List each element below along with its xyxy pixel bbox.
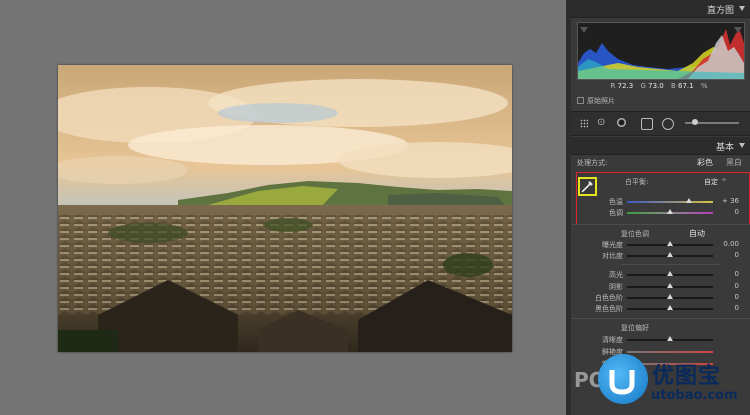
original-photo-label: 原始照片 — [587, 97, 615, 105]
photo-image — [58, 65, 512, 352]
shadows-value[interactable]: 0 — [711, 282, 739, 290]
eyedropper-icon — [581, 181, 593, 193]
g-label: G — [640, 82, 646, 90]
basic-title: 基本 — [715, 143, 734, 153]
original-photo-checkbox[interactable] — [577, 97, 584, 104]
original-photo-toggle[interactable]: 原始照片 — [577, 96, 615, 106]
temp-label: 色温 — [609, 198, 623, 206]
photo-preview-area — [0, 0, 566, 415]
brush-size-knob[interactable] — [692, 119, 698, 125]
blacks-value[interactable]: 0 — [711, 304, 739, 312]
develop-panel: 直方图 R 72.3 G 73.0 B 67.1 % 原始照片 ⊙ 基本 处理方… — [571, 0, 750, 415]
utobao-logo-icon — [598, 354, 648, 404]
temp-slider-track[interactable] — [627, 201, 713, 203]
clarity-label: 清晰度 — [602, 336, 623, 344]
r-label: R — [610, 82, 616, 90]
treatment-color-button[interactable]: 彩色 — [697, 157, 713, 168]
site-name-watermark: 优图宝 — [652, 364, 722, 389]
white-balance-label: 白平衡: — [625, 178, 649, 186]
white-balance-dropper[interactable] — [578, 177, 597, 196]
whites-value[interactable]: 0 — [711, 293, 739, 301]
exposure-value[interactable]: 0.00 — [711, 240, 739, 248]
site-url-watermark: utobao.com — [651, 388, 738, 403]
percent-sign: % — [700, 82, 708, 90]
histogram-image — [578, 27, 744, 79]
exposure-slider-knob[interactable] — [667, 241, 673, 246]
tool-strip: ⊙ — [571, 111, 750, 136]
b-value: 67.1 — [678, 82, 694, 90]
divider — [571, 318, 750, 319]
red-eye-icon[interactable] — [641, 118, 653, 130]
blacks-label: 黑色色阶 — [595, 305, 623, 313]
divider — [621, 264, 721, 265]
histogram-graph — [577, 22, 745, 80]
highlights-label: 高光 — [609, 271, 623, 279]
graduated-filter-icon[interactable] — [662, 118, 674, 130]
spot-removal-icon[interactable] — [616, 117, 627, 128]
temp-slider-knob[interactable] — [685, 198, 692, 203]
shadows-slider-knob[interactable] — [667, 283, 673, 288]
histogram-title: 直方图 — [706, 6, 734, 16]
logo-mark — [609, 370, 635, 395]
basic-header[interactable]: 基本 — [571, 137, 750, 155]
white-balance-dropdown[interactable]: 自定 — [704, 177, 718, 187]
blacks-slider-knob[interactable] — [667, 305, 673, 310]
tone-reset-label[interactable]: 复位色调 — [621, 229, 649, 239]
temp-value[interactable]: + 36 — [711, 197, 739, 205]
shadows-label: 阴影 — [609, 283, 623, 291]
treatment-label: 处理方式: — [577, 159, 608, 167]
treatment-bw-button[interactable]: 黑白 — [726, 157, 742, 168]
r-value: 72.3 — [617, 82, 634, 90]
dropdown-arrows-icon[interactable]: ÷ — [721, 176, 727, 184]
rgb-readout: R 72.3 G 73.0 B 67.1 % — [579, 82, 739, 90]
contrast-value[interactable]: 0 — [711, 251, 739, 259]
exposure-label: 曝光度 — [602, 241, 623, 249]
auto-tone-button[interactable]: 自动 — [689, 228, 705, 239]
b-label: B — [670, 82, 676, 90]
contrast-label: 对比度 — [602, 252, 623, 260]
presence-reset-label[interactable]: 复位偏好 — [621, 323, 649, 333]
collapse-triangle-icon[interactable] — [739, 143, 745, 148]
crop-tool-icon[interactable]: ⊙ — [597, 117, 605, 129]
crop-overlay-icon[interactable] — [580, 119, 588, 128]
histogram-header[interactable]: 直方图 — [571, 0, 750, 18]
highlights-value[interactable]: 0 — [711, 270, 739, 278]
collapse-triangle-icon[interactable] — [739, 6, 745, 11]
landscape-photo[interactable] — [58, 65, 512, 352]
tint-value[interactable]: 0 — [711, 208, 739, 216]
contrast-slider-knob[interactable] — [667, 252, 673, 257]
divider — [571, 224, 750, 225]
clarity-slider-knob[interactable] — [667, 336, 673, 341]
tint-slider-knob[interactable] — [667, 209, 673, 214]
highlights-slider-knob[interactable] — [667, 271, 673, 276]
whites-label: 白色色阶 — [595, 294, 623, 302]
whites-slider-knob[interactable] — [667, 294, 673, 299]
tint-label: 色调 — [609, 209, 623, 217]
vibrance-slider-track[interactable] — [627, 351, 713, 353]
g-value: 73.0 — [648, 82, 664, 90]
